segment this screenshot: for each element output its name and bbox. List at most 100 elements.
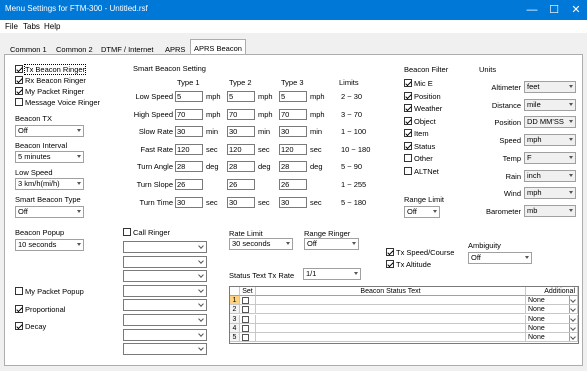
my-packet-popup-checkbox[interactable]: My Packet Popup [15, 287, 84, 297]
rx-beacon-ringer-checkbox[interactable]: Rx Beacon Ringer [15, 76, 86, 86]
rain-units-select[interactable]: inch [524, 169, 576, 182]
wind-units-select[interactable]: mph [524, 187, 576, 200]
call-ringer-select-6[interactable] [123, 314, 207, 326]
barometer-units-select[interactable]: mb [524, 204, 576, 217]
maximize-button[interactable]: ☐ [543, 0, 565, 20]
status-text-cell[interactable] [256, 333, 526, 343]
status-text-cell[interactable] [256, 314, 526, 324]
fast-rate-type-2-input[interactable]: 120 [227, 143, 255, 155]
smart-beacon-type-select[interactable]: Off [15, 206, 84, 218]
set-checkbox[interactable] [242, 306, 249, 314]
turn-slope-type-1-input[interactable]: 26 [175, 179, 203, 190]
set-cell[interactable] [240, 305, 256, 315]
message-voice-ringer-checkbox[interactable]: Message Voice Ringer [15, 98, 100, 108]
proportional-checkbox[interactable]: Proportional [15, 305, 65, 315]
tab-aprs-beacon[interactable]: APRS Beacon [190, 39, 246, 55]
turn-slope-type-3-input[interactable]: 26 [279, 179, 307, 190]
position-units-select[interactable]: DD MM'SS [524, 116, 576, 129]
turn-time-type-3-input[interactable]: 30 [279, 196, 307, 208]
filter-position-checkbox[interactable]: Position [404, 91, 441, 102]
additional-cell[interactable]: None [526, 296, 578, 305]
call-ringer-select-8[interactable] [123, 343, 207, 356]
chevron-down-icon[interactable] [569, 314, 577, 323]
chevron-down-icon[interactable] [569, 333, 577, 342]
turn-time-type-1-input[interactable]: 30 [175, 196, 203, 208]
beacon-interval-select[interactable]: 5 minutes [15, 151, 84, 163]
checkbox-box [386, 248, 394, 256]
status-text-cell[interactable] [256, 296, 526, 305]
high-speed-type-2-input[interactable]: 70 [227, 108, 255, 120]
slow-rate-type-2-input[interactable]: 30 [227, 126, 255, 138]
set-checkbox[interactable] [242, 334, 249, 342]
filter-other-checkbox[interactable]: Other [404, 154, 433, 164]
turn-angle-type-2-input[interactable]: 28 [227, 161, 255, 173]
menu-tabs[interactable]: Tabs [23, 22, 40, 31]
additional-cell[interactable]: None [526, 314, 578, 324]
filter-status-checkbox[interactable]: Status [404, 141, 435, 152]
status-text-rate-select[interactable]: 1/1 [303, 268, 361, 280]
beacon-tx-select[interactable]: Off [15, 125, 84, 137]
beacon-popup-select[interactable]: 10 seconds [15, 239, 84, 251]
fast-rate-unit: sec [258, 144, 270, 154]
minimize-button[interactable]: — [521, 0, 543, 20]
speed-units-select[interactable]: mph [524, 134, 576, 147]
turn-angle-type-1-input[interactable]: 28 [175, 161, 203, 173]
filter-item-checkbox[interactable]: Item [404, 129, 429, 139]
additional-cell[interactable]: None [526, 305, 578, 315]
low-speed-select[interactable]: 3 km/h(mi/h) [15, 178, 84, 190]
fast-rate-type-3-input[interactable]: 120 [279, 143, 307, 155]
call-ringer-select-2[interactable] [123, 255, 207, 268]
range-ringer-select[interactable]: Off [304, 238, 359, 250]
altimeter-units-select[interactable]: feet [524, 81, 576, 93]
low-speed-type-1-input[interactable]: 5 [175, 91, 203, 102]
slow-rate-type-3-input[interactable]: 30 [279, 126, 307, 138]
menu-help[interactable]: Help [44, 22, 60, 31]
low-speed-type-3-input[interactable]: 5 [279, 91, 307, 102]
set-cell[interactable] [240, 333, 256, 343]
status-text-cell[interactable] [256, 305, 526, 315]
fast-rate-type-1-input[interactable]: 120 [175, 143, 203, 155]
close-button[interactable]: ✕ [565, 0, 587, 20]
chevron-down-icon[interactable] [569, 296, 577, 304]
set-checkbox[interactable] [242, 324, 249, 332]
chevron-down-icon[interactable] [569, 323, 577, 332]
set-cell[interactable] [240, 314, 256, 324]
filter-object-checkbox[interactable]: Object [404, 116, 436, 127]
low-speed-type-2-input[interactable]: 5 [227, 91, 255, 102]
set-checkbox[interactable] [242, 315, 249, 323]
distance-units-select[interactable]: mile [524, 98, 576, 111]
additional-cell[interactable]: None [526, 333, 578, 343]
call-ringer-select-7[interactable] [123, 328, 207, 341]
set-checkbox[interactable] [242, 297, 249, 304]
call-ringer-select-4[interactable] [123, 284, 207, 297]
turn-angle-type-3-input[interactable]: 28 [279, 161, 307, 173]
call-ringer-checkbox[interactable]: Call Ringer [123, 228, 170, 238]
call-ringer-select-3[interactable] [123, 270, 207, 283]
call-ringer-select-5[interactable] [123, 299, 207, 312]
my-packet-ringer-checkbox[interactable]: My Packet Ringer [15, 87, 84, 97]
menu-file[interactable]: File [5, 22, 18, 31]
filter-altnet-checkbox[interactable]: ALTNet [404, 166, 439, 177]
status-text-cell[interactable] [256, 323, 526, 333]
checkbox-box [15, 322, 23, 330]
tx-speed-course-checkbox[interactable]: Tx Speed/Course [386, 248, 454, 258]
high-speed-type-1-input[interactable]: 70 [175, 108, 203, 120]
high-speed-type-3-input[interactable]: 70 [279, 108, 307, 120]
rate-limit-select[interactable]: 30 seconds [229, 238, 293, 250]
tx-altitude-checkbox[interactable]: Tx Altitude [386, 260, 431, 270]
slow-rate-type-1-input[interactable]: 30 [175, 126, 203, 138]
set-cell[interactable] [240, 323, 256, 333]
range-limit-select[interactable]: Off [404, 206, 440, 218]
additional-cell[interactable]: None [526, 323, 578, 333]
tx-beacon-ringer-checkbox[interactable]: Tx Beacon Ringer [15, 64, 87, 75]
turn-slope-type-2-input[interactable]: 26 [227, 179, 255, 190]
turn-time-type-2-input[interactable]: 30 [227, 196, 255, 208]
set-cell[interactable] [240, 296, 256, 305]
filter-weather-checkbox[interactable]: Weather [404, 104, 442, 114]
decay-checkbox[interactable]: Decay [15, 322, 46, 332]
temp-units-select[interactable]: F [524, 151, 576, 164]
ambiguity-select[interactable]: Off [468, 252, 532, 264]
filter-mic-e-checkbox[interactable]: Mic E [404, 79, 433, 89]
call-ringer-select-1[interactable] [123, 241, 207, 253]
chevron-down-icon[interactable] [569, 305, 577, 314]
